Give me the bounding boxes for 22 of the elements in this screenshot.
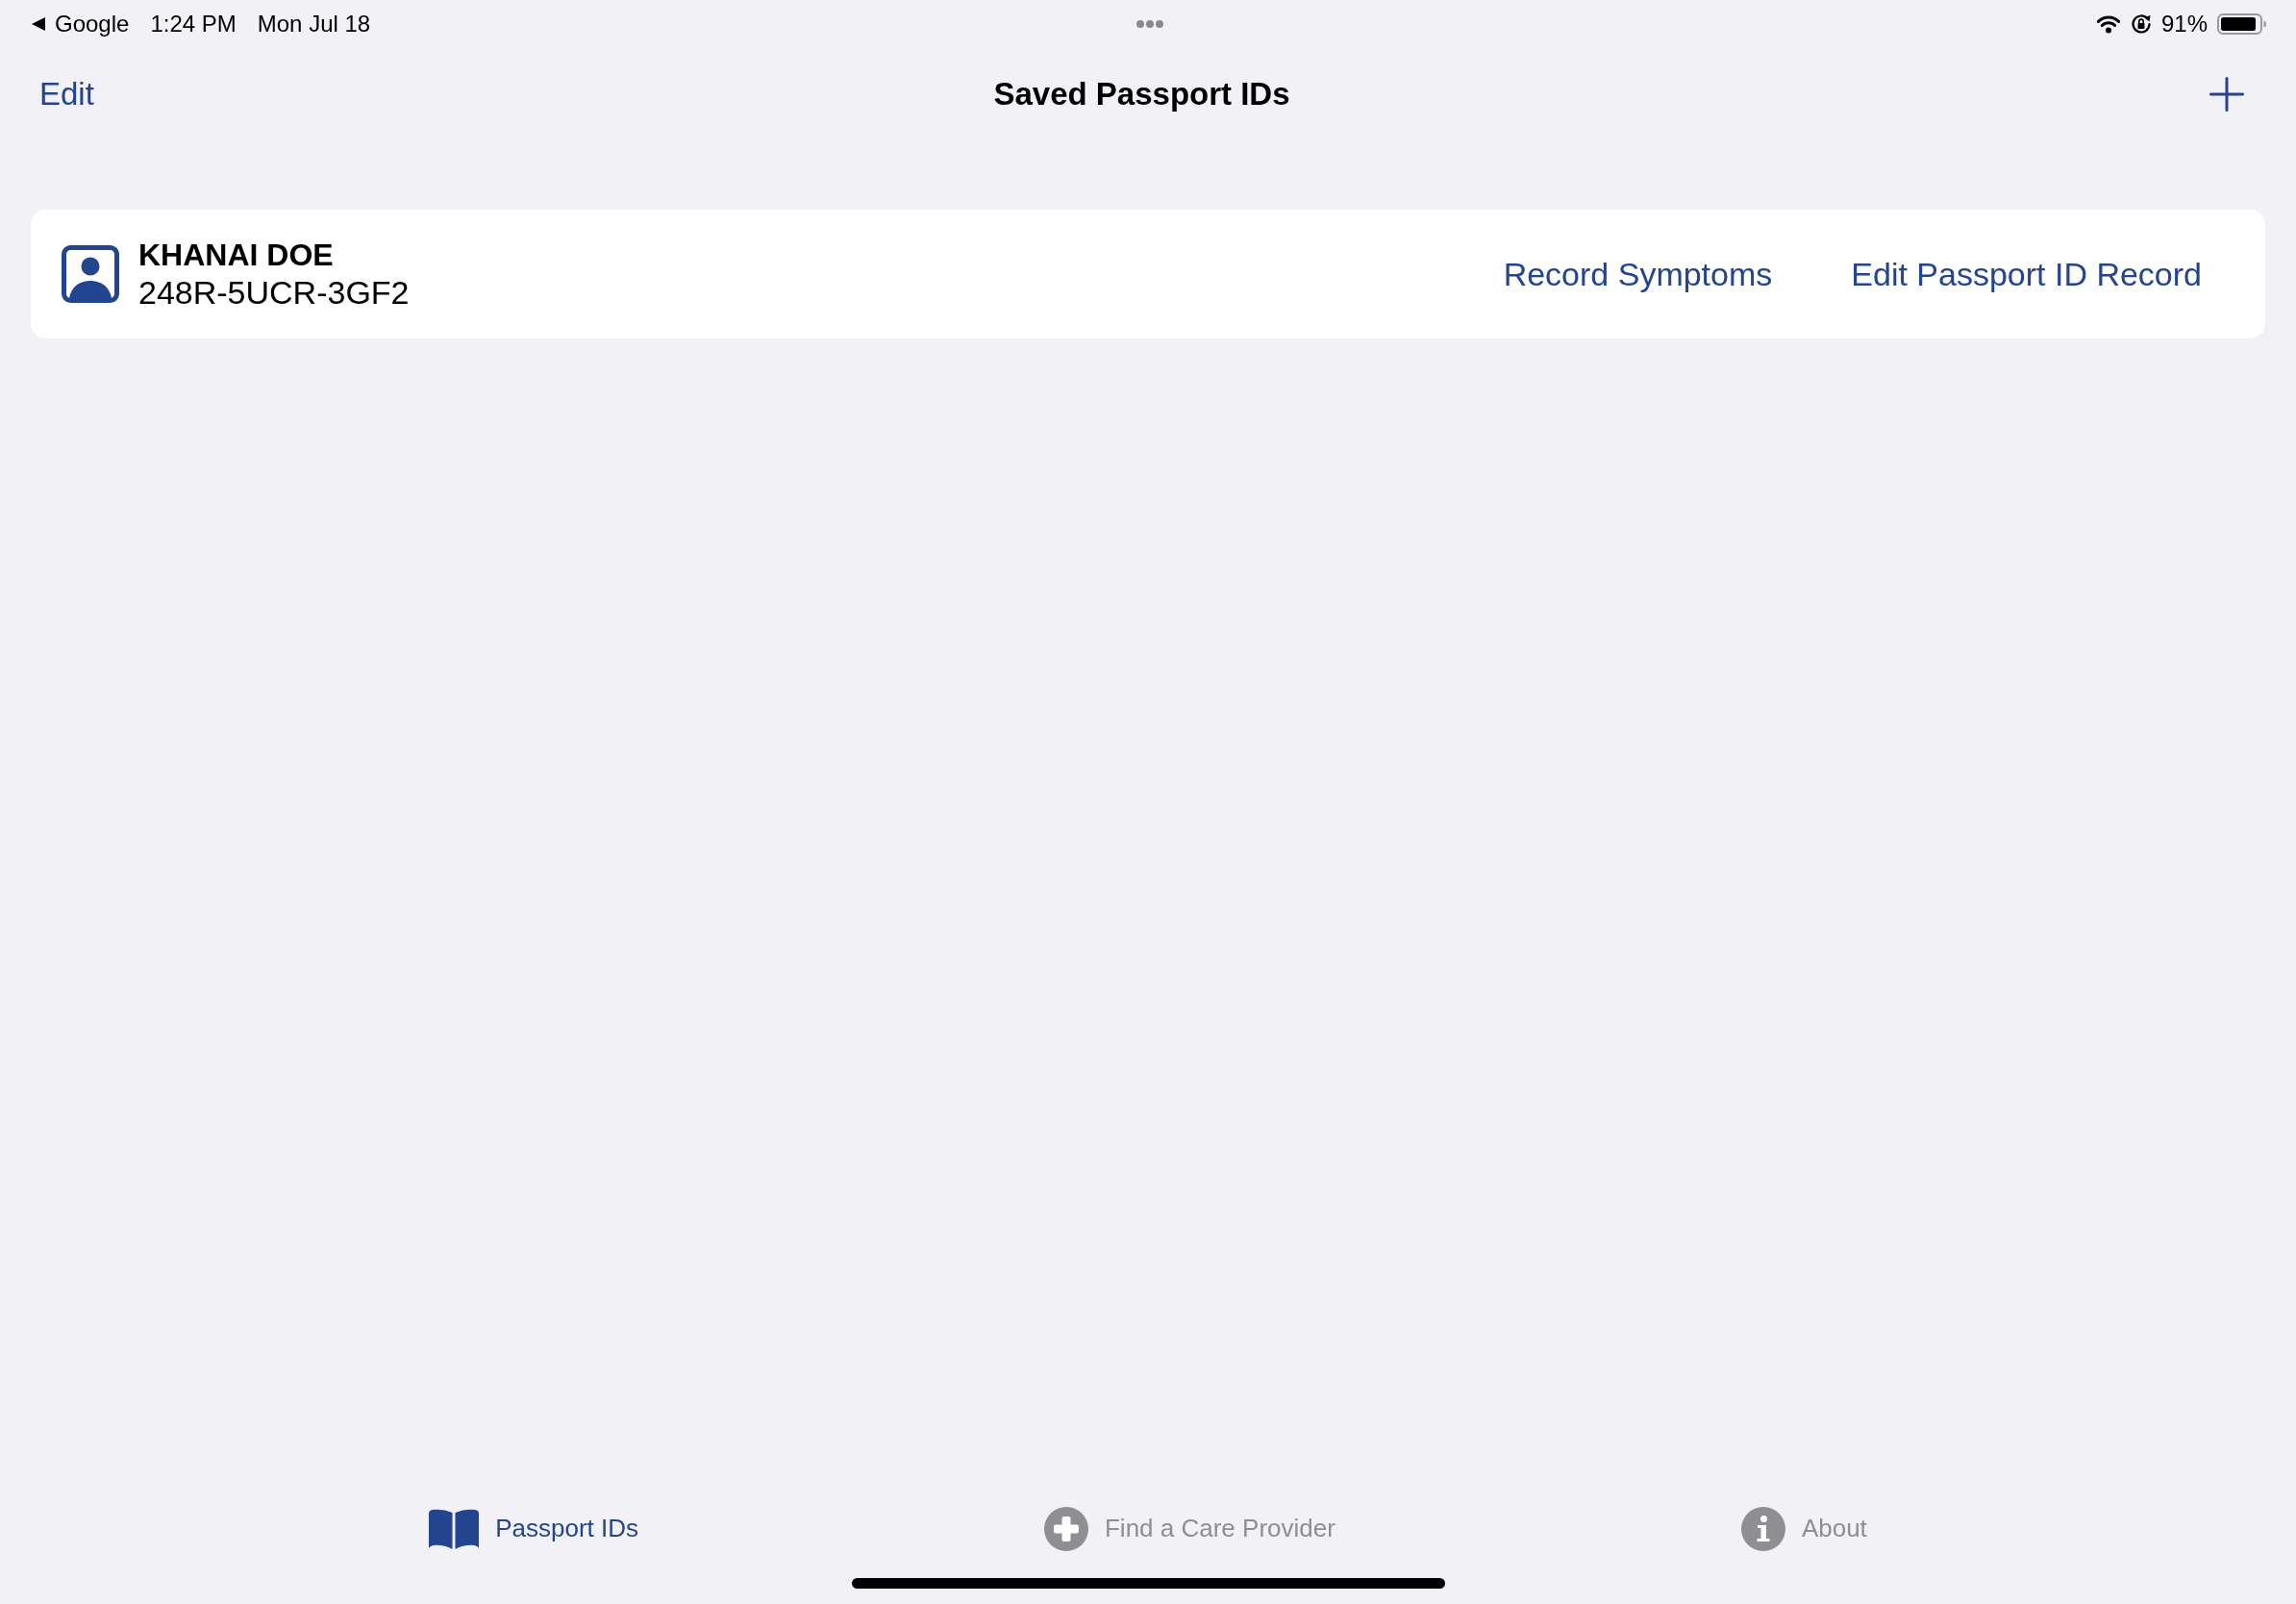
battery-icon: [2217, 13, 2267, 35]
status-time: 1:24 PM: [150, 10, 237, 38]
info-circle-icon: [1740, 1507, 1785, 1551]
edit-button[interactable]: Edit: [39, 75, 94, 113]
rotation-lock-icon: [2130, 13, 2152, 35]
three-dots-icon[interactable]: [1136, 20, 1163, 28]
page-title: Saved Passport IDs: [993, 75, 1290, 113]
action-link[interactable]: Record Symptoms: [1503, 254, 1773, 294]
battery-percent: 91%: [2160, 10, 2208, 38]
back-triangle-icon[interactable]: [32, 17, 45, 31]
wifi-icon: [2095, 14, 2121, 34]
tab-bar-item[interactable]: Passport IDs: [429, 1509, 638, 1549]
plus-circle-icon: [1044, 1507, 1088, 1551]
back-app-label[interactable]: Google: [55, 7, 130, 41]
status-date: Mon Jul 18: [257, 10, 371, 38]
add-icon: [2209, 77, 2244, 112]
add-button[interactable]: [2209, 77, 2244, 112]
person-card-icon: [62, 245, 119, 303]
holder-name: KHANAI DOE: [138, 237, 335, 273]
book-icon: [429, 1509, 480, 1549]
action-link[interactable]: Edit Passport ID Record: [1851, 254, 2202, 294]
passport-id: 248R-5UCR-3GF2: [138, 273, 410, 312]
